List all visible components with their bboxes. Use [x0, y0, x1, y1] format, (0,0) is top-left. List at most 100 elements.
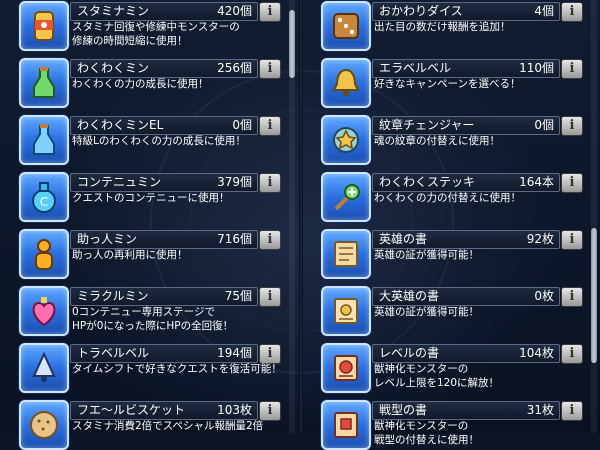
- item-name-bar: わくわくステッキ 164本: [372, 173, 560, 192]
- hero-book-icon: [321, 229, 371, 279]
- item-description-line: 好きなキャンペーンを選べる！: [374, 78, 521, 90]
- heart-potion-icon: [19, 286, 69, 336]
- info-button[interactable]: i: [259, 230, 281, 250]
- item-description: スタミナ回復や修練中モンスターの 修練の時間短縮に使用！: [72, 20, 282, 48]
- item-row[interactable]: 英雄の書 92枚 i 英雄の証が獲得可能！: [316, 229, 584, 279]
- item-count: 110個: [519, 61, 554, 75]
- item-name: コンテニュミン: [77, 175, 162, 189]
- item-description: 獣神化モンスターの 戦型の付替えに使用！: [374, 419, 584, 447]
- info-button[interactable]: i: [561, 230, 583, 250]
- item-name: 助っ人ミン: [77, 232, 138, 246]
- item-description: 英雄の証が獲得可能！: [374, 305, 584, 319]
- item-count: 4個: [534, 4, 554, 18]
- item-row[interactable]: おかわりダイス 4個 i 出た目の数だけ報酬を追加！: [316, 1, 584, 51]
- item-description-line: クエストのコンテニューに使用！: [72, 192, 230, 204]
- info-button[interactable]: i: [259, 287, 281, 307]
- item-count: 92枚: [526, 232, 554, 246]
- item-count: 31枚: [526, 403, 554, 417]
- item-description: 0コンテニュー専用ステージで HPが0になった際にHPの全回復！: [72, 305, 282, 333]
- info-button[interactable]: i: [561, 401, 583, 421]
- battle-book-icon: [321, 400, 371, 450]
- item-description-line: 魂の紋章の付替えに使用！: [374, 135, 500, 147]
- left-scrollbar[interactable]: [289, 0, 295, 433]
- item-name: 紋章チェンジャー: [379, 118, 475, 132]
- item-row[interactable]: 戦型の書 31枚 i 獣神化モンスターの 戦型の付替えに使用！: [316, 400, 584, 450]
- info-icon: i: [267, 118, 273, 133]
- item-count: 194個: [217, 346, 252, 360]
- item-row[interactable]: エラベルベル 110個 i 好きなキャンペーンを選べる！: [316, 58, 584, 108]
- item-row[interactable]: ミラクルミン 75個 i 0コンテニュー専用ステージで HPが0になった際にHPの全回復…: [14, 286, 282, 336]
- item-count: 75個: [224, 289, 252, 303]
- item-row[interactable]: 大英雄の書 0枚 i 英雄の証が獲得可能！: [316, 286, 584, 336]
- item-name-bar: おかわりダイス 4個: [372, 2, 560, 21]
- item-description: 助っ人の再利用に使用！: [72, 248, 282, 262]
- crest-changer-icon: [321, 115, 371, 165]
- info-button[interactable]: i: [561, 116, 583, 136]
- info-button[interactable]: i: [259, 401, 281, 421]
- right-scrollbar[interactable]: [591, 0, 597, 433]
- item-description-line: 0コンテニュー専用ステージで: [72, 306, 215, 318]
- item-name-bar: レベルの書 104枚: [372, 344, 560, 363]
- info-button[interactable]: i: [259, 59, 281, 79]
- item-description: 好きなキャンペーンを選べる！: [374, 77, 584, 91]
- item-description-line: スタミナ回復や修練中モンスターの: [72, 21, 240, 33]
- left-scrollbar-thumb[interactable]: [289, 10, 295, 78]
- item-name: スタミナミン: [77, 4, 150, 18]
- item-count: 379個: [217, 175, 252, 189]
- info-button[interactable]: i: [259, 344, 281, 364]
- item-row[interactable]: わくわくミンEL 0個 i 特級Lのわくわくの力の成長に使用！: [14, 115, 282, 165]
- item-description-line: わくわくの力の付替えに使用！: [374, 192, 521, 204]
- info-button[interactable]: i: [561, 344, 583, 364]
- info-button[interactable]: i: [259, 116, 281, 136]
- info-button[interactable]: i: [561, 287, 583, 307]
- item-name: 英雄の書: [379, 232, 428, 246]
- info-icon: i: [267, 346, 273, 361]
- blue-bottle-icon: [19, 115, 69, 165]
- info-icon: i: [569, 175, 575, 190]
- item-name: 大英雄の書: [379, 289, 440, 303]
- item-name: フエ〜ルビスケット: [77, 403, 186, 417]
- info-button[interactable]: i: [259, 2, 281, 22]
- item-name-bar: スタミナミン 420個: [70, 2, 258, 21]
- info-button[interactable]: i: [561, 2, 583, 22]
- item-list-right: おかわりダイス 4個 i 出た目の数だけ報酬を追加！ エラベルベル 110個 i 好きなキャン…: [316, 0, 584, 450]
- item-name: ミラクルミン: [77, 289, 149, 303]
- info-icon: i: [569, 4, 575, 19]
- info-button[interactable]: i: [259, 173, 281, 193]
- item-name-bar: フエ〜ルビスケット 103枚: [70, 401, 258, 420]
- magic-wand-icon: [321, 172, 371, 222]
- item-name-bar: 戦型の書 31枚: [372, 401, 560, 420]
- item-name-bar: 大英雄の書 0枚: [372, 287, 560, 306]
- item-description: クエストのコンテニューに使用！: [72, 191, 282, 205]
- item-row[interactable]: 助っ人ミン 716個 i 助っ人の再利用に使用！: [14, 229, 282, 279]
- item-description-line: 特級Lのわくわくの力の成長に使用！: [72, 135, 246, 147]
- item-row[interactable]: わくわくステッキ 164本 i わくわくの力の付替えに使用！: [316, 172, 584, 222]
- item-name-bar: 助っ人ミン 716個: [70, 230, 258, 249]
- info-icon: i: [569, 403, 575, 418]
- item-name-bar: トラベルベル 194個: [70, 344, 258, 363]
- item-row[interactable]: 紋章チェンジャー 0個 i 魂の紋章の付替えに使用！: [316, 115, 584, 165]
- info-button[interactable]: i: [561, 59, 583, 79]
- item-row[interactable]: フエ〜ルビスケット 103枚 i スタミナ消費2倍でスペシャル報酬量2倍: [14, 400, 282, 450]
- item-name: レベルの書: [379, 346, 440, 360]
- item-description-line: レベル上限を120に解放！: [374, 377, 500, 389]
- info-button[interactable]: i: [561, 173, 583, 193]
- item-row[interactable]: C コンテニュミン 379個 i クエストのコンテニューに使用！: [14, 172, 282, 222]
- item-row[interactable]: レベルの書 104枚 i 獣神化モンスターの レベル上限を120に解放！: [316, 343, 584, 393]
- info-icon: i: [267, 289, 273, 304]
- right-scrollbar-thumb[interactable]: [591, 228, 597, 363]
- item-description: 英雄の証が獲得可能！: [374, 248, 584, 262]
- travel-bell-icon: [19, 343, 69, 393]
- item-description: わくわくの力の成長に使用！: [72, 77, 282, 91]
- item-count: 0個: [232, 118, 252, 132]
- item-name-bar: わくわくミン 256個: [70, 59, 258, 78]
- item-count: 420個: [217, 4, 252, 18]
- item-row[interactable]: トラベルベル 194個 i タイムシフトで好きなクエストを復活可能！: [14, 343, 282, 393]
- info-icon: i: [569, 61, 575, 76]
- item-name: エラベルベル: [379, 61, 452, 75]
- item-row[interactable]: わくわくミン 256個 i わくわくの力の成長に使用！: [14, 58, 282, 108]
- item-description-line: 獣神化モンスターの: [374, 420, 469, 432]
- item-row[interactable]: スタミナミン 420個 i スタミナ回復や修練中モンスターの 修練の時間短縮に使用！: [14, 1, 282, 51]
- info-icon: i: [569, 346, 575, 361]
- item-name-bar: 紋章チェンジャー 0個: [372, 116, 560, 135]
